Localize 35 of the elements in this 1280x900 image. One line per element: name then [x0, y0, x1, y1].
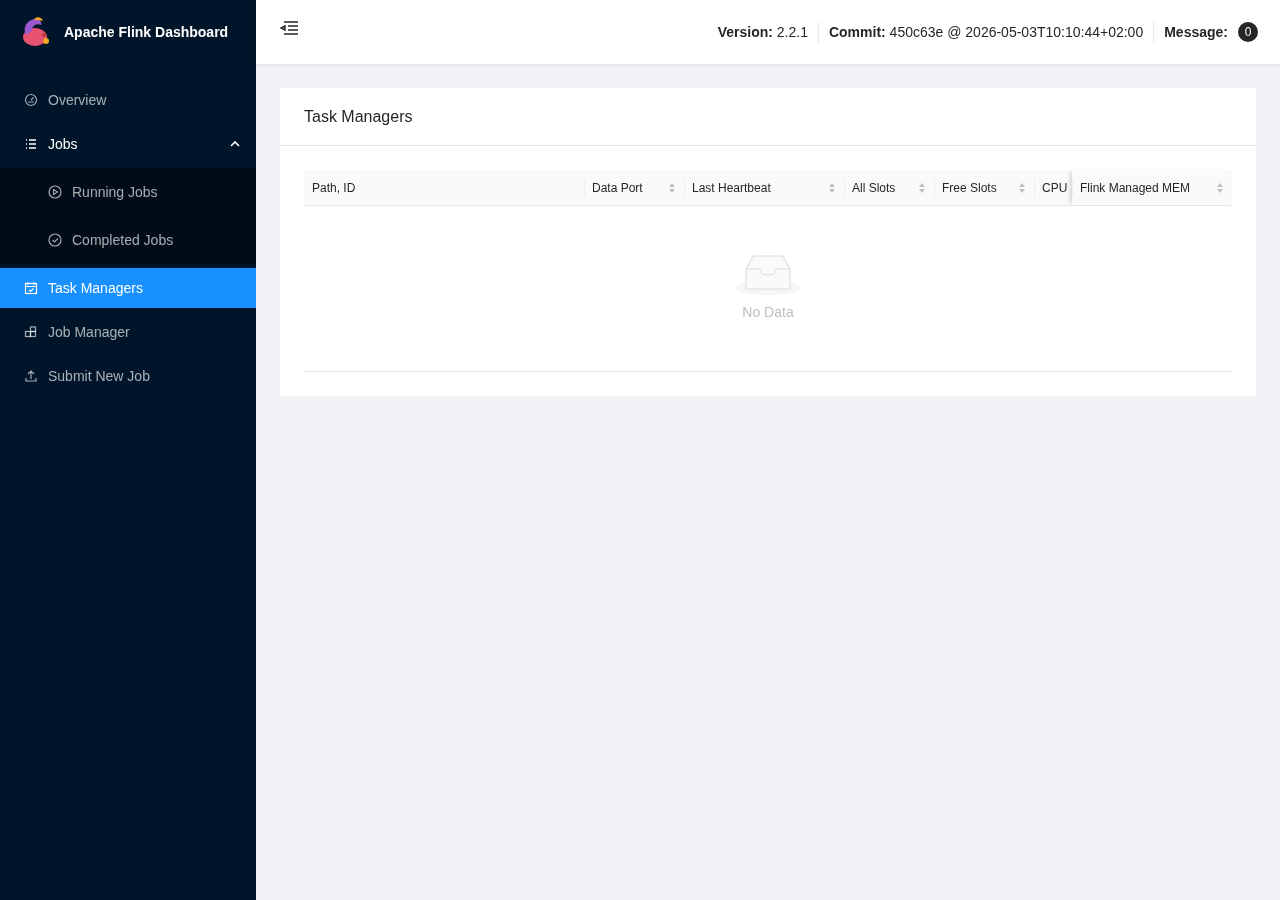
column-header[interactable]: All Slots [844, 170, 934, 205]
column-header[interactable]: Data Port [584, 170, 684, 205]
brand-title: Apache Flink Dashboard [64, 22, 229, 42]
chevron-up-icon [230, 141, 240, 147]
sort-icon [668, 181, 676, 194]
sort-icon [1216, 181, 1224, 194]
empty-text: No Data [742, 302, 794, 322]
menu-fold-icon [280, 21, 298, 35]
column-header[interactable]: Last Heartbeat [684, 170, 844, 205]
sort-icon [828, 181, 836, 194]
calendar-check-icon [24, 281, 38, 295]
version-text: Version: 2.2.1 [716, 22, 809, 42]
check-circle-icon [48, 233, 62, 247]
blocks-icon [24, 325, 38, 339]
list-icon [24, 137, 38, 151]
gauge-icon [24, 93, 38, 107]
play-circle-icon [48, 185, 62, 199]
column-header[interactable]: Flink Managed MEM [1072, 170, 1232, 205]
commit-text: Commit: 450c63e @ 2026-05-03T10:10:44+02:00 [817, 21, 1154, 43]
message-count[interactable]: 0 [1238, 22, 1258, 42]
sidebar-item[interactable]: Job Manager [0, 312, 256, 352]
sort-icon [918, 181, 926, 194]
sidebar-item[interactable]: Jobs [0, 124, 256, 164]
sidebar-item[interactable]: Submit New Job [0, 356, 256, 396]
upload-icon [24, 369, 38, 383]
sidebar-item[interactable]: Overview [0, 80, 256, 120]
column-header: CPU [1034, 170, 1072, 205]
message-label: Message: [1164, 22, 1228, 42]
sidebar-item[interactable]: Running Jobs [0, 168, 256, 216]
empty-inbox-icon [736, 254, 800, 296]
column-header: Path, ID [311, 179, 357, 197]
sort-icon [1018, 181, 1026, 194]
column-header[interactable]: Free Slots [934, 170, 1034, 205]
sidebar-item[interactable]: Completed Jobs [0, 216, 256, 264]
card-title: Task Managers [304, 106, 413, 127]
